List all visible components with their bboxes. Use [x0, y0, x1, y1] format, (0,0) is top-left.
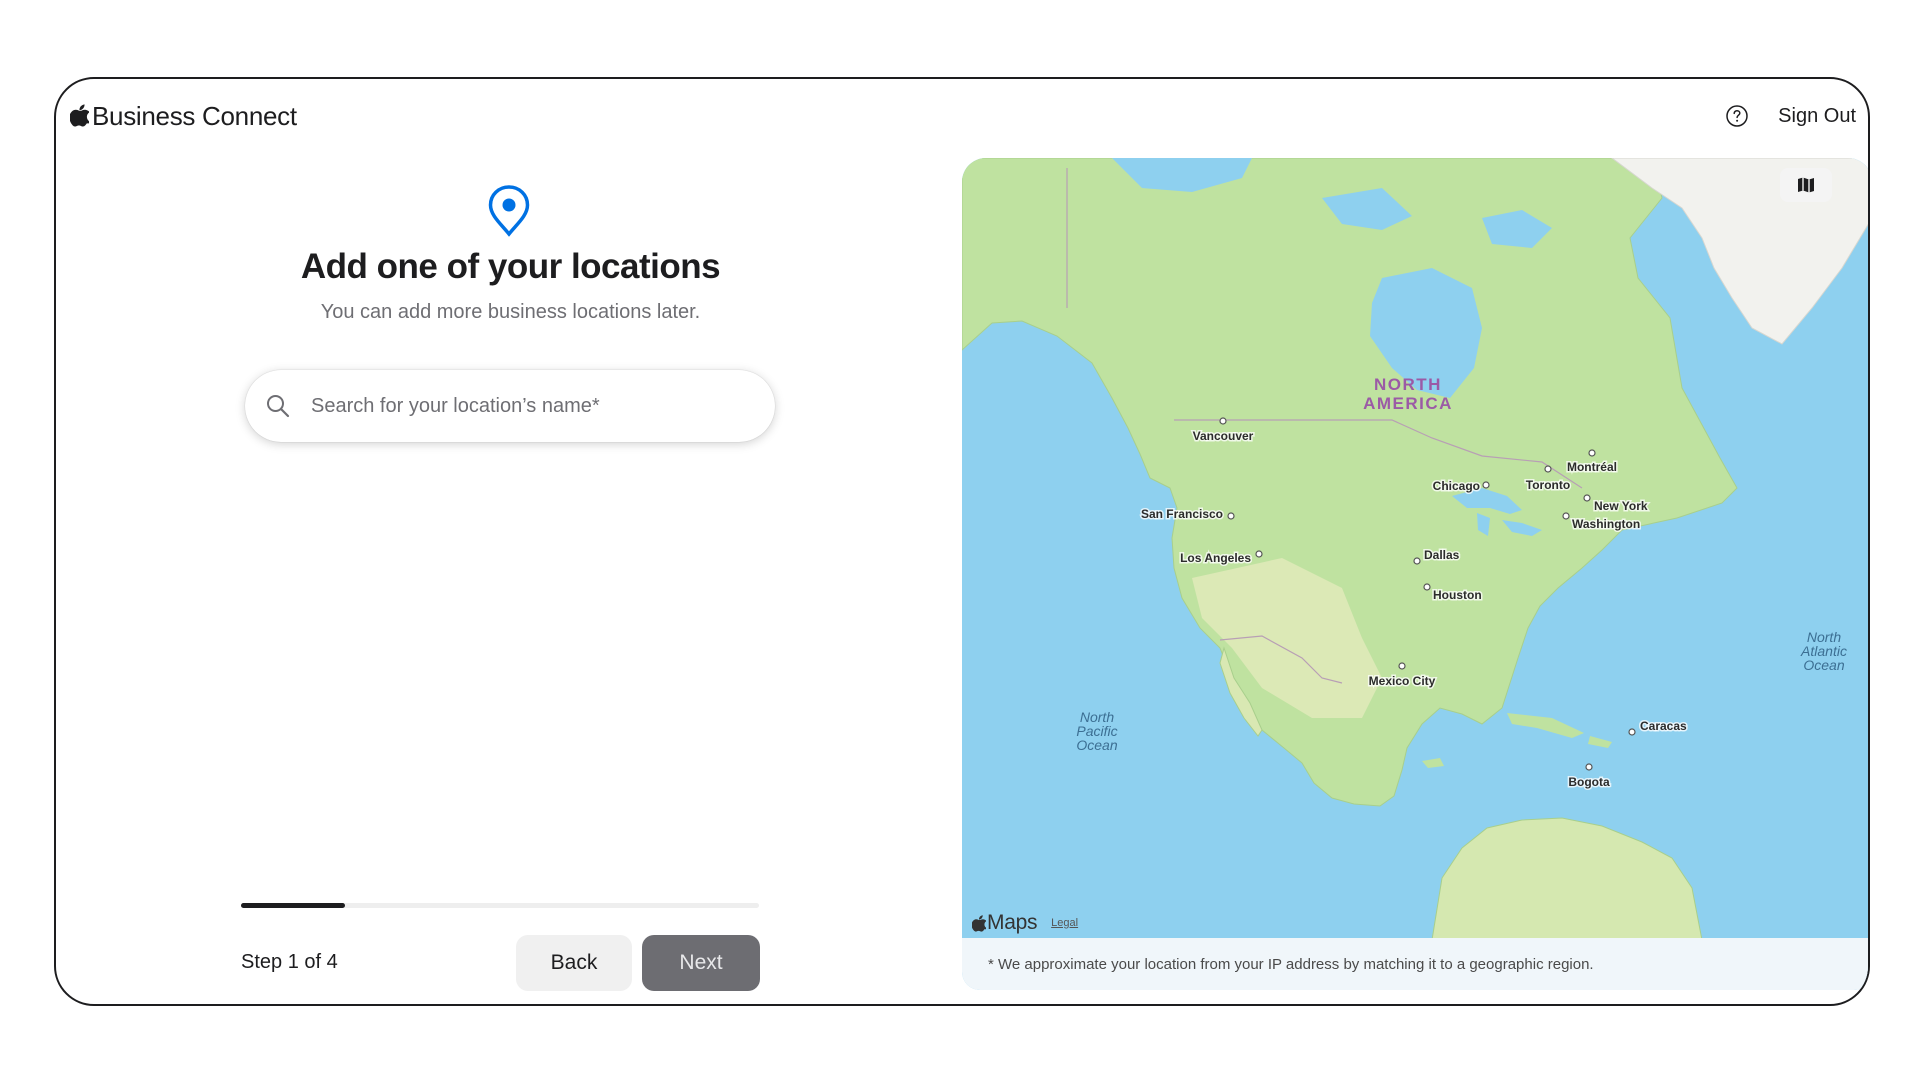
city-label: Vancouver [1193, 429, 1254, 443]
legal-link[interactable]: Legal [1051, 917, 1078, 929]
city-label: Bogota [1568, 775, 1610, 789]
location-note: * We approximate your location from your… [962, 938, 1868, 990]
maps-attribution: Maps Legal [972, 911, 1078, 935]
maps-wordmark: Maps [972, 911, 1037, 935]
city-label: Montréal [1567, 460, 1617, 474]
city-label: Houston [1433, 588, 1482, 602]
help-icon [1726, 105, 1748, 127]
page-title: Add one of your locations [300, 247, 721, 286]
city-los-angeles[interactable]: Los Angeles [1179, 550, 1263, 567]
city-label: Dallas [1424, 548, 1460, 562]
map-panel[interactable]: NORTH AMERICA Vancouver Montréal Chicago… [962, 158, 1870, 990]
city-san-francisco[interactable]: San Francisco [1139, 506, 1235, 523]
step-indicator: Step 1 of 4 [241, 951, 338, 973]
maps-wordmark-text: Maps [987, 911, 1038, 934]
search-icon [267, 395, 290, 418]
sign-out-link[interactable]: Sign Out [1778, 105, 1856, 128]
back-button[interactable]: Back [516, 935, 632, 991]
ocean-label-pacific-3: Ocean [1076, 737, 1117, 753]
city-label: Chicago [1433, 479, 1480, 493]
map-icon [1798, 177, 1814, 193]
next-button[interactable]: Next [642, 935, 760, 991]
apple-logo-icon [972, 914, 986, 932]
map-view[interactable]: NORTH AMERICA Vancouver Montréal Chicago… [962, 158, 1870, 940]
top-actions: Sign Out [1724, 103, 1856, 129]
city-label: New York [1594, 499, 1648, 513]
help-button[interactable] [1724, 103, 1750, 129]
onboarding-panel: Add one of your locations You can add mo… [56, 79, 956, 1004]
city-label: Los Angeles [1180, 551, 1251, 565]
city-label: San Francisco [1141, 507, 1223, 521]
progress-bar-fill [241, 903, 345, 908]
location-search-box[interactable] [245, 370, 775, 442]
city-label: Caracas [1640, 719, 1687, 733]
ocean-label-atlantic-3: Ocean [1803, 657, 1844, 673]
page-subtitle: You can add more business locations late… [320, 301, 701, 323]
location-search-input[interactable] [309, 393, 753, 419]
continent-label-line2: AMERICA [1363, 394, 1453, 413]
city-label: Mexico City [1369, 674, 1436, 688]
app-window: Business Connect Sign Out Add one of you… [54, 77, 1870, 1006]
city-label: Toronto [1526, 478, 1570, 492]
progress-bar [241, 903, 759, 908]
continent-label-line1: NORTH [1374, 375, 1442, 394]
location-pin-icon [488, 185, 530, 237]
city-label: Washington [1572, 517, 1640, 531]
map-type-toggle-button[interactable] [1780, 168, 1832, 202]
